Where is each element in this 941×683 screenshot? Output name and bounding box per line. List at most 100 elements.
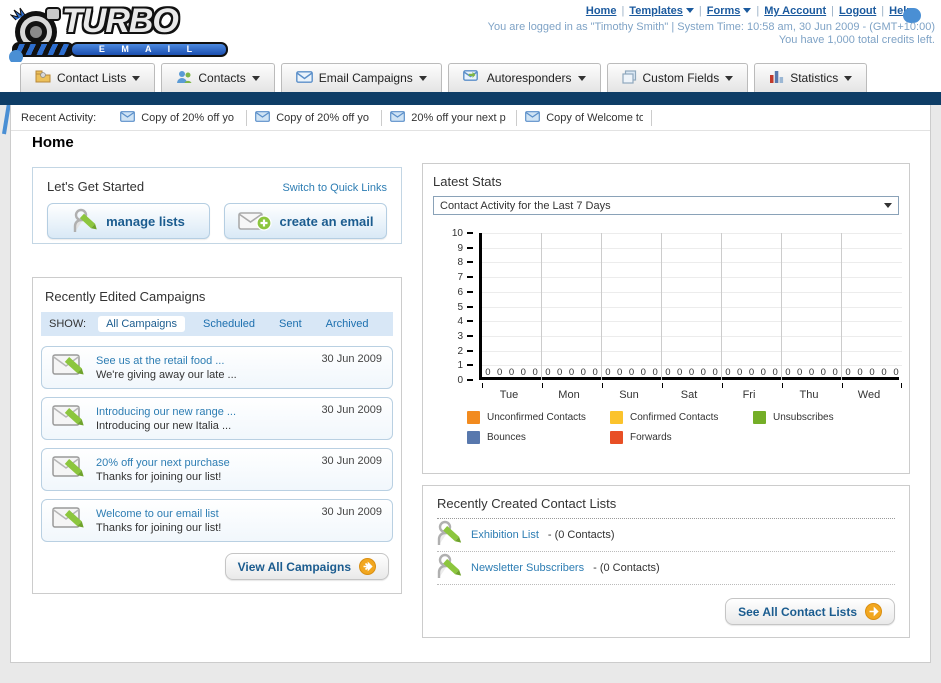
tab-email-campaigns[interactable]: Email Campaigns [280, 63, 442, 92]
tab-contacts[interactable]: Contacts [161, 63, 275, 92]
contact-lists-title: Recently Created Contact Lists [437, 496, 895, 519]
tab-label: Custom Fields [642, 71, 720, 85]
page: TURBO E M A I L Home | Templates | Forms | My … [0, 0, 941, 683]
get-started-panel: Let's Get Started Switch to Quick Links … [32, 167, 402, 244]
chevron-down-icon [725, 75, 734, 81]
top-nav-link-home[interactable]: Home [586, 5, 617, 17]
y-axis-tick [467, 290, 473, 293]
legend-swatch [467, 431, 480, 444]
orange-arrow-icon [359, 558, 376, 575]
x-axis-label: Tue [499, 389, 519, 401]
campaign-text: See us at the retail food ... We're givin… [96, 354, 311, 382]
chart-plot-area: 00000000000000000000000000000000000 [479, 233, 902, 388]
x-axis-label: Sat [680, 389, 698, 401]
create-email-button[interactable]: create an email [224, 203, 387, 239]
filter-scheduled[interactable]: Scheduled [197, 316, 261, 332]
y-axis-label: 8 [457, 257, 463, 269]
value-label: 0 [760, 367, 766, 378]
see-all-contact-lists-button[interactable]: See All Contact Lists [725, 598, 895, 625]
bar-chart-icon [769, 70, 784, 86]
tab-contact-lists[interactable]: Contact Lists [20, 63, 156, 92]
campaign-text: Introducing our new range ... Introducing… [96, 405, 311, 433]
chart-day-group: 00000 [542, 233, 602, 380]
switch-quick-links-link[interactable]: Switch to Quick Links [282, 182, 387, 194]
tab-statistics[interactable]: Statistics [754, 63, 868, 92]
campaign-row[interactable]: Introducing our new range ... Introducing… [41, 397, 393, 440]
campaign-row[interactable]: Welcome to our email list Thanks for join… [41, 499, 393, 542]
value-label: 0 [845, 367, 851, 378]
campaign-row[interactable]: See us at the retail food ... We're givin… [41, 346, 393, 389]
contact-list-item[interactable]: Newsletter Subscribers - (0 Contacts) [437, 552, 895, 585]
top-nav-link-forms[interactable]: Forms [707, 5, 741, 17]
campaign-filter-bar: SHOW: All Campaigns Scheduled Sent Archived [41, 312, 393, 336]
value-label: 0 [748, 367, 755, 378]
legend-label: Unconfirmed Contacts [487, 412, 586, 423]
nav-separator: | [621, 5, 625, 17]
contact-list-item[interactable]: Exhibition List - (0 Contacts) [437, 519, 895, 552]
credits-line: You have 1,000 total credits left. [778, 34, 935, 46]
x-axis-tick [602, 383, 603, 388]
stats-period-select[interactable]: Contact Activity for the Last 7 Days [433, 196, 899, 215]
value-label: 0 [628, 367, 635, 378]
filter-sent[interactable]: Sent [273, 316, 308, 332]
chart-legend: Unconfirmed Contacts Confirmed Contacts Un… [467, 411, 907, 444]
legend-swatch [467, 411, 480, 424]
filter-all-campaigns[interactable]: All Campaigns [98, 316, 185, 332]
campaign-title-link[interactable]: Welcome to our email list [96, 507, 311, 521]
tab-custom-fields[interactable]: Custom Fields [606, 63, 749, 92]
y-axis-label: 4 [457, 316, 463, 328]
contact-list-detail: - (0 Contacts) [547, 529, 615, 541]
value-label: 0 [737, 367, 743, 378]
recent-activity-text: 20% off your next p [411, 111, 506, 124]
recent-activity-text: Copy of 20% off yo [141, 111, 234, 124]
pages-icon [621, 69, 637, 87]
top-nav-link-templates[interactable]: Templates [629, 5, 683, 17]
manage-lists-button[interactable]: manage lists [47, 203, 210, 239]
envelope-pencil-icon [52, 403, 86, 435]
person-pencil-small-icon [437, 553, 462, 583]
y-axis-label: 3 [457, 330, 463, 342]
top-nav-link-logout[interactable]: Logout [839, 5, 876, 17]
recent-activity-item[interactable]: Copy of Welcome to [517, 109, 653, 126]
value-labels: 00000 [662, 367, 721, 378]
contact-lists-panel: Recently Created Contact Lists Exhibitio… [422, 485, 910, 638]
x-axis-label: Mon [558, 389, 580, 401]
value-labels: 00000 [782, 367, 841, 378]
campaign-title-link[interactable]: Introducing our new range ... [96, 405, 311, 419]
small-envelope-icon [255, 110, 271, 125]
navy-divider-bar [0, 92, 941, 105]
chart-day-group: 00000 [482, 233, 542, 380]
y-axis-label: 1 [457, 360, 463, 372]
page-title: Home [32, 134, 74, 151]
x-axis-tick [901, 383, 902, 388]
recent-activity-item[interactable]: Copy of 20% off yo [247, 109, 383, 126]
tab-label: Contact Lists [57, 71, 127, 85]
legend-swatch [610, 411, 623, 424]
campaign-title-link[interactable]: 20% off your next purchase [96, 456, 311, 470]
tab-autoresponders[interactable]: Autoresponders [447, 63, 601, 92]
orange-arrow-icon [865, 603, 882, 620]
login-info: You are logged in as "Timothy Smith" | S… [488, 21, 935, 47]
value-label: 0 [485, 367, 491, 378]
header: TURBO E M A I L Home | Templates | Forms | My … [0, 0, 941, 135]
contact-list-link[interactable]: Newsletter Subscribers [471, 562, 584, 574]
campaign-row[interactable]: 20% off your next purchase Thanks for joi… [41, 448, 393, 491]
y-axis-tick [467, 261, 473, 264]
legend-item: Forwards [610, 431, 753, 444]
top-nav-link-my-account[interactable]: My Account [764, 5, 826, 17]
campaign-title-link[interactable]: See us at the retail food ... [96, 354, 311, 368]
value-label: 0 [665, 367, 671, 378]
contact-list-link[interactable]: Exhibition List [471, 529, 539, 541]
recent-activity-item[interactable]: 20% off your next p [382, 109, 518, 126]
view-all-campaigns-label: View All Campaigns [237, 559, 351, 574]
main-content: Recent Activity: Copy of 20% off yo Copy … [10, 105, 931, 663]
value-label: 0 [532, 367, 538, 378]
small-envelope-icon [390, 110, 406, 125]
view-all-campaigns-button[interactable]: View All Campaigns [224, 553, 389, 580]
filter-archived[interactable]: Archived [320, 316, 375, 332]
value-label: 0 [797, 367, 803, 378]
y-axis-tick [467, 305, 473, 308]
chart-day-group: 00000 [602, 233, 662, 380]
y-axis-tick [467, 320, 473, 323]
recent-activity-item[interactable]: Copy of 20% off yo [112, 109, 248, 126]
